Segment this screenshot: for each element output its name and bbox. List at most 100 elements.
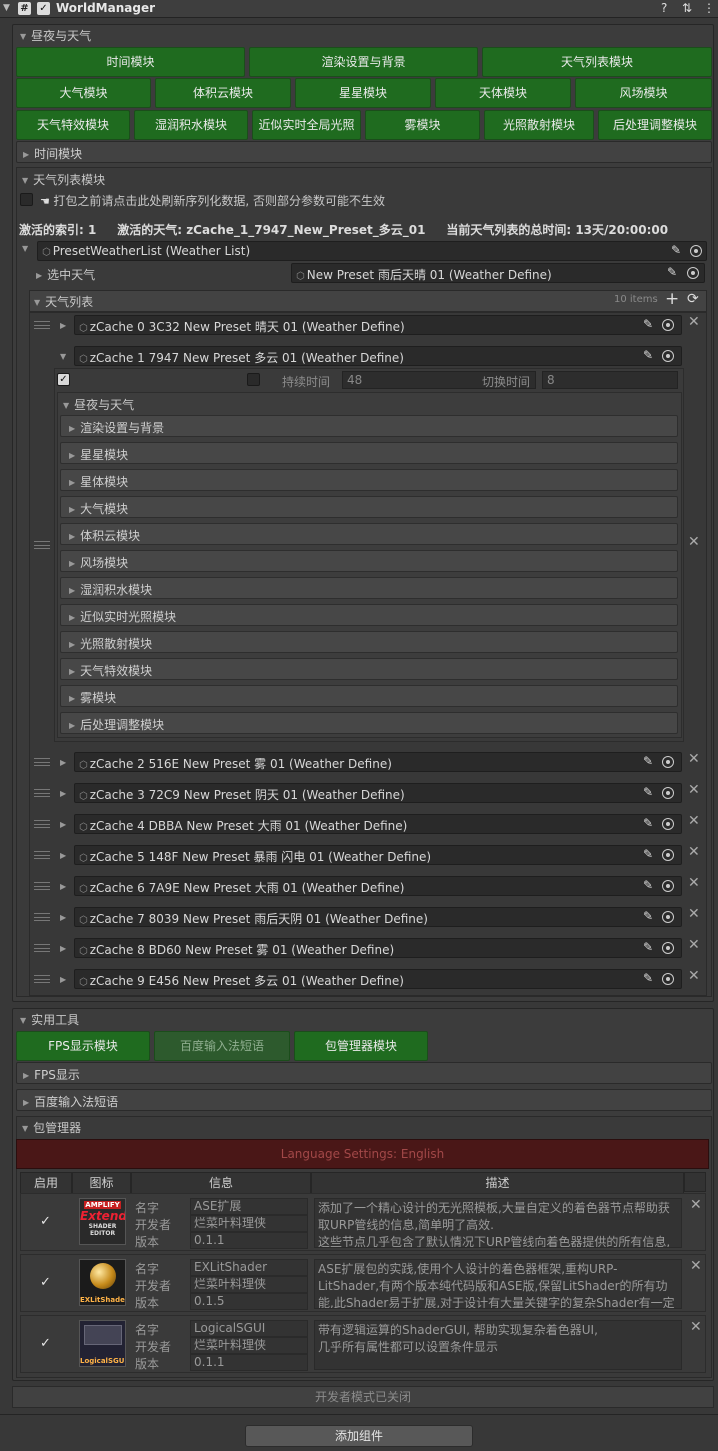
add-item-icon[interactable]: + [665, 289, 679, 309]
pack-refresh-hint[interactable]: ☚ 打包之前请点击此处刷新序列化数据, 否则部分参数可能不生效 [40, 192, 385, 209]
utility-section-title[interactable]: ▼ 实用工具 [20, 1011, 79, 1028]
weather-item-arrow-icon[interactable]: ▶ [60, 851, 66, 860]
selected-weather-field[interactable]: ⬡ New Preset 雨后天晴 01 (Weather Define) [291, 263, 705, 283]
remove-item-icon[interactable]: ✕ [688, 813, 700, 829]
settings-icon[interactable]: ⇅ [682, 1, 692, 15]
module-button-row2-3[interactable]: 天体模块 [435, 78, 571, 108]
expanded-group-title[interactable]: ▼ 昼夜与天气 [63, 396, 134, 413]
module-button-row2-2[interactable]: 星星模块 [295, 78, 431, 108]
sub-module-fold[interactable]: ▶ 大气模块 [60, 496, 678, 518]
weather-item-field[interactable]: ⬡ zCache 3 72C9 New Preset 阴天 01 (Weather… [74, 783, 682, 803]
remove-package-icon[interactable]: ✕ [690, 1319, 702, 1335]
module-button-row3-5[interactable]: 后处理调整模块 [598, 110, 712, 140]
sub-module-fold[interactable]: ▶ 后处理调整模块 [60, 712, 678, 734]
baidu-module-button[interactable]: 百度输入法短语 [154, 1031, 290, 1061]
enable-checkbox[interactable]: ✓ [37, 2, 50, 15]
weather-item-field[interactable]: ⬡ zCache 8 BD60 New Preset 雾 01 (Weather … [74, 938, 682, 958]
edit-pencil-icon[interactable]: ✎ [643, 785, 653, 799]
object-picker-icon[interactable] [687, 267, 699, 279]
weather-item-arrow-icon[interactable]: ▶ [60, 321, 66, 330]
time-module-fold[interactable]: ▶ 时间模块 [16, 141, 712, 163]
weather-item-arrow-icon[interactable]: ▶ [60, 789, 66, 798]
weather-item-field[interactable]: ⬡ zCache 0 3C32 New Preset 晴天 01 (Weather… [74, 315, 682, 335]
drag-handle-icon[interactable] [34, 944, 50, 952]
sub-module-fold[interactable]: ▶ 星星模块 [60, 442, 678, 464]
weather-list-module-title[interactable]: ▼ 天气列表模块 [22, 171, 105, 188]
module-button-row3-4[interactable]: 光照散射模块 [484, 110, 594, 140]
module-button-row2-4[interactable]: 风场模块 [575, 78, 712, 108]
drag-handle-icon[interactable] [34, 851, 50, 859]
drag-handle-icon[interactable] [34, 913, 50, 921]
drag-handle-icon[interactable] [34, 820, 50, 828]
edit-pencil-icon[interactable]: ✎ [671, 243, 681, 257]
remove-item-icon[interactable]: ✕ [688, 906, 700, 922]
object-picker-icon[interactable] [662, 350, 674, 362]
switch-time-input[interactable]: 8 [542, 371, 678, 389]
remove-package-icon[interactable]: ✕ [690, 1197, 702, 1213]
drag-handle-icon[interactable] [34, 321, 50, 329]
object-picker-icon[interactable] [690, 245, 702, 257]
module-button-row1-1[interactable]: 渲染设置与背景 [249, 47, 478, 77]
preset-list-arrow-icon[interactable]: ▼ [22, 244, 28, 253]
edit-pencil-icon[interactable]: ✎ [667, 265, 677, 279]
weather-item-arrow-icon[interactable]: ▶ [60, 820, 66, 829]
object-picker-icon[interactable] [662, 942, 674, 954]
remove-item-icon[interactable]: ✕ [688, 968, 700, 984]
module-button-row2-1[interactable]: 体积云模块 [155, 78, 291, 108]
daynight-section-title[interactable]: ▼ 昼夜与天气 [20, 27, 91, 44]
object-picker-icon[interactable] [662, 787, 674, 799]
weather-item-field[interactable]: ⬡ zCache 5 148F New Preset 暴雨 闪电 01 (Weat… [74, 845, 682, 865]
weather-item-arrow-icon[interactable]: ▶ [60, 975, 66, 984]
language-settings-button[interactable]: Language Settings: English [16, 1139, 709, 1169]
edit-pencil-icon[interactable]: ✎ [643, 878, 653, 892]
object-picker-icon[interactable] [662, 973, 674, 985]
remove-item-icon[interactable]: ✕ [688, 875, 700, 891]
edit-pencil-icon[interactable]: ✎ [643, 816, 653, 830]
drag-handle-icon[interactable] [34, 789, 50, 797]
weather-item-field[interactable]: ⬡ zCache 1 7947 New Preset 多云 01 (Weather… [74, 346, 682, 366]
remove-item-icon[interactable]: ✕ [688, 314, 700, 330]
weather-item-field[interactable]: ⬡ zCache 9 E456 New Preset 多云 01 (Weather… [74, 969, 682, 989]
edit-pencil-icon[interactable]: ✎ [643, 348, 653, 362]
selected-weather-label[interactable]: ▶ 选中天气 [36, 266, 95, 283]
module-button-row1-2[interactable]: 天气列表模块 [482, 47, 712, 77]
object-picker-icon[interactable] [662, 319, 674, 331]
collapse-arrow-icon[interactable]: ▼ [3, 3, 10, 13]
remove-item-icon[interactable]: ✕ [688, 751, 700, 767]
remove-item-icon[interactable]: ✕ [688, 937, 700, 953]
sub-module-fold[interactable]: ▶ 天气特效模块 [60, 658, 678, 680]
package-enabled-checkbox[interactable]: ✓ [40, 1336, 51, 1351]
object-picker-icon[interactable] [662, 880, 674, 892]
weather-item-arrow-icon[interactable]: ▶ [60, 913, 66, 922]
sub-module-fold[interactable]: ▶ 星体模块 [60, 469, 678, 491]
module-button-row2-0[interactable]: 大气模块 [16, 78, 151, 108]
object-picker-icon[interactable] [662, 911, 674, 923]
edit-pencil-icon[interactable]: ✎ [643, 909, 653, 923]
weather-item-field[interactable]: ⬡ zCache 2 516E New Preset 雾 01 (Weather … [74, 752, 682, 772]
sub-module-fold[interactable]: ▶ 近似实时光照模块 [60, 604, 678, 626]
object-picker-icon[interactable] [662, 818, 674, 830]
weather-item-arrow-icon[interactable]: ▶ [60, 882, 66, 891]
edit-pencil-icon[interactable]: ✎ [643, 971, 653, 985]
sub-module-fold[interactable]: ▶ 风场模块 [60, 550, 678, 572]
dev-mode-status[interactable]: 开发者模式已关闭 [12, 1386, 714, 1408]
sub-module-fold[interactable]: ▶ 光照散射模块 [60, 631, 678, 653]
object-picker-icon[interactable] [662, 756, 674, 768]
package-enabled-checkbox[interactable]: ✓ [40, 1275, 51, 1290]
module-button-row3-3[interactable]: 雾模块 [365, 110, 480, 140]
sub-module-fold[interactable]: ▶ 雾模块 [60, 685, 678, 707]
object-picker-icon[interactable] [662, 849, 674, 861]
package-manager-button[interactable]: 包管理器模块 [294, 1031, 428, 1061]
fps-fold[interactable]: ▶ FPS显示 [16, 1062, 712, 1084]
module-button-row3-1[interactable]: 湿润积水模块 [134, 110, 248, 140]
edit-pencil-icon[interactable]: ✎ [643, 940, 653, 954]
weather-option-checkbox[interactable] [247, 373, 260, 386]
refresh-icon[interactable]: ⟳ [687, 291, 699, 307]
drag-handle-icon[interactable] [34, 758, 50, 766]
help-icon[interactable]: ? [661, 1, 667, 15]
package-enabled-checkbox[interactable]: ✓ [40, 1214, 51, 1229]
preset-weather-list-field[interactable]: ⬡ PresetWeatherList (Weather List) [37, 241, 707, 261]
drag-handle-icon[interactable] [34, 882, 50, 890]
fps-module-button[interactable]: FPS显示模块 [16, 1031, 150, 1061]
drag-handle-icon[interactable] [34, 541, 50, 549]
